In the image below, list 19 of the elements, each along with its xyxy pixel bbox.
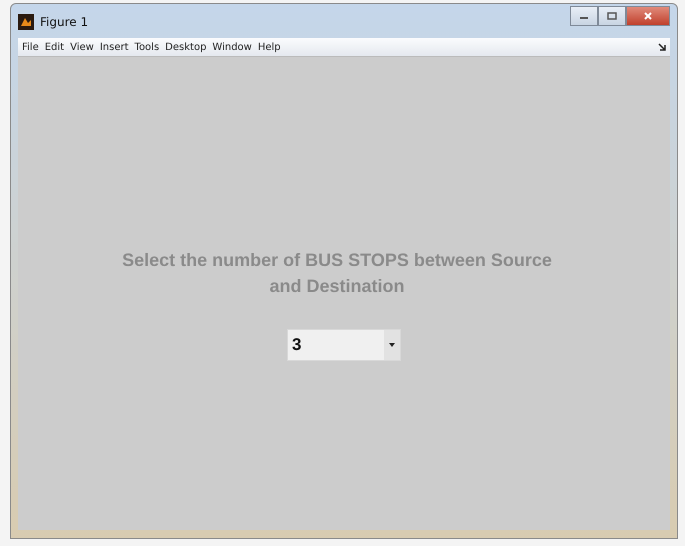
- window-title: Figure 1: [40, 15, 88, 29]
- menu-item[interactable]: Window: [212, 42, 252, 52]
- menu-item[interactable]: Help: [258, 42, 281, 52]
- bus-stops-dropdown[interactable]: 3: [287, 329, 401, 361]
- menu-item[interactable]: Insert: [100, 42, 129, 52]
- menu-item[interactable]: Edit: [44, 42, 64, 52]
- caret-icon: [389, 343, 395, 347]
- minimize-button[interactable]: [570, 6, 598, 26]
- prompt-text: Select the number of BUS STOPS between Source and Destination: [121, 249, 553, 298]
- menu-item[interactable]: View: [70, 42, 94, 52]
- maximize-button[interactable]: [598, 6, 626, 26]
- menu-item[interactable]: File: [22, 42, 39, 52]
- maximize-icon: [607, 12, 617, 20]
- close-button[interactable]: [626, 6, 670, 26]
- menu-item[interactable]: Tools: [134, 42, 160, 52]
- menu-item[interactable]: Desktop: [165, 42, 206, 52]
- dock-arrow-icon[interactable]: [658, 43, 666, 51]
- close-icon: [643, 12, 653, 20]
- app-icon: [18, 14, 34, 30]
